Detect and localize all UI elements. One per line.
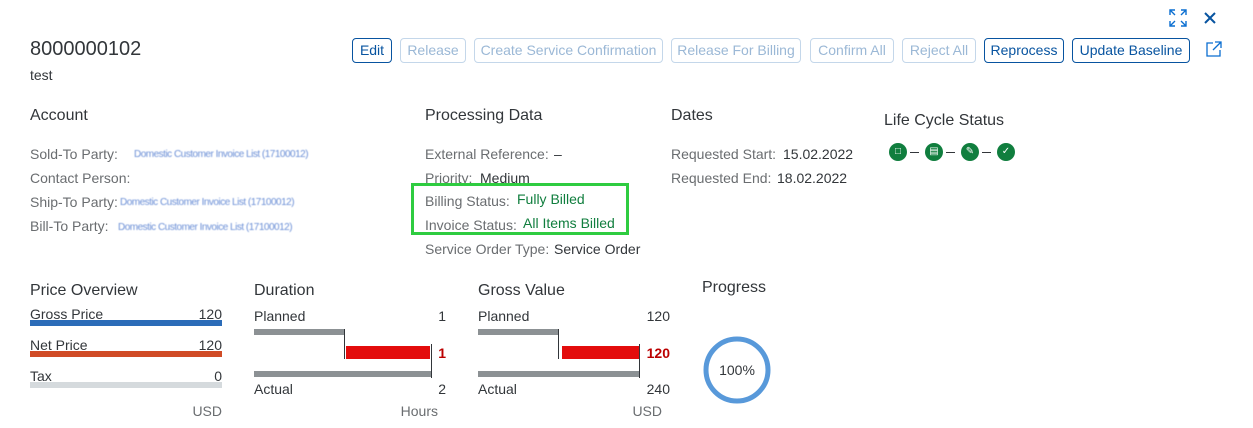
ext-ref-label: External Reference:: [425, 146, 549, 162]
gv-actual-bar: [478, 371, 639, 377]
net-price-bar: [30, 351, 222, 357]
progress-title: Progress: [702, 279, 767, 296]
dates-title: Dates: [671, 107, 713, 124]
ext-ref-value: –: [554, 146, 562, 162]
update-baseline-button[interactable]: Update Baseline: [1072, 38, 1190, 63]
gv-actual-value: 240: [646, 381, 670, 397]
gv-planned-label: Planned: [478, 308, 530, 324]
price-overview-title: Price Overview: [30, 282, 138, 299]
progress-ring: 100%: [703, 336, 771, 404]
expand-icon[interactable]: [1168, 8, 1188, 28]
tax-bar: [30, 382, 222, 388]
release-button[interactable]: Release: [400, 38, 466, 63]
duration-unit: Hours: [400, 403, 438, 419]
bill-to-value[interactable]: Domestic Customer Invoice List (17100012…: [118, 222, 293, 234]
account-title: Account: [30, 107, 88, 124]
duration-actual-value: 2: [438, 381, 446, 397]
document-icon[interactable]: ▤: [925, 143, 943, 161]
gross-price-bar: [30, 320, 222, 326]
release-for-billing-button[interactable]: Release For Billing: [671, 38, 801, 63]
ship-to-label: Ship-To Party:: [30, 194, 118, 210]
duration-planned-label: Planned: [254, 308, 306, 324]
duration-planned-bar: [254, 329, 344, 335]
duration-title: Duration: [254, 282, 315, 299]
gv-actual-label: Actual: [478, 381, 517, 397]
edit-button[interactable]: Edit: [352, 38, 392, 63]
contact-label: Contact Person:: [30, 170, 131, 186]
gv-unit: USD: [632, 403, 662, 419]
order-type-value: Service Order: [554, 241, 641, 257]
lifecycle-title: Life Cycle Status: [884, 112, 1005, 129]
page-subtitle: test: [30, 67, 53, 83]
ship-to-value[interactable]: Domestic Customer Invoice List (17100012…: [120, 197, 295, 209]
gv-diff-value: 120: [646, 345, 670, 361]
gross-value-title: Gross Value: [478, 282, 565, 299]
invoice-status-value: All Items Billed: [523, 215, 615, 231]
close-icon[interactable]: [1200, 8, 1220, 28]
gv-planned-value: 120: [646, 308, 670, 324]
req-end-label: Requested End:: [671, 170, 772, 186]
duration-actual-bar: [254, 371, 431, 377]
req-end-value: 18.02.2022: [777, 170, 848, 186]
billing-status-value: Fully Billed: [517, 191, 585, 207]
sold-to-value[interactable]: Domestic Customer Invoice List (17100012…: [134, 149, 309, 161]
share-icon[interactable]: [1205, 40, 1225, 60]
duration-planned-value: 1: [438, 308, 446, 324]
invoice-status-label: Invoice Status:: [425, 217, 517, 233]
req-start-value: 15.02.2022: [783, 146, 854, 162]
price-unit: USD: [192, 403, 222, 419]
billing-status-label: Billing Status:: [425, 193, 510, 209]
progress-value: 100%: [719, 362, 755, 378]
bill-to-label: Bill-To Party:: [30, 218, 109, 234]
confirm-all-button[interactable]: Confirm All: [810, 38, 894, 63]
duration-divider: [344, 329, 345, 359]
sold-to-label: Sold-To Party:: [30, 146, 118, 162]
processing-title: Processing Data: [425, 107, 543, 124]
gv-divider: [558, 329, 559, 359]
gv-planned-bar: [478, 329, 558, 335]
lifecycle-connector: [910, 152, 919, 153]
approval-icon[interactable]: ✎: [961, 143, 979, 161]
reject-all-button[interactable]: Reject All: [902, 38, 976, 63]
duration-actual-label: Actual: [254, 381, 293, 397]
order-type-label: Service Order Type:: [425, 241, 550, 257]
page-title: 8000000102: [30, 38, 142, 60]
duration-diff-value: 1: [438, 345, 446, 361]
req-start-label: Requested Start:: [671, 146, 777, 162]
create-service-confirmation-button[interactable]: Create Service Confirmation: [474, 38, 663, 63]
reprocess-button[interactable]: Reprocess: [984, 38, 1064, 63]
check-icon[interactable]: ✓: [997, 143, 1015, 161]
open-icon[interactable]: □: [889, 143, 907, 161]
lifecycle-connector: [982, 152, 991, 153]
lifecycle-connector: [946, 152, 955, 153]
